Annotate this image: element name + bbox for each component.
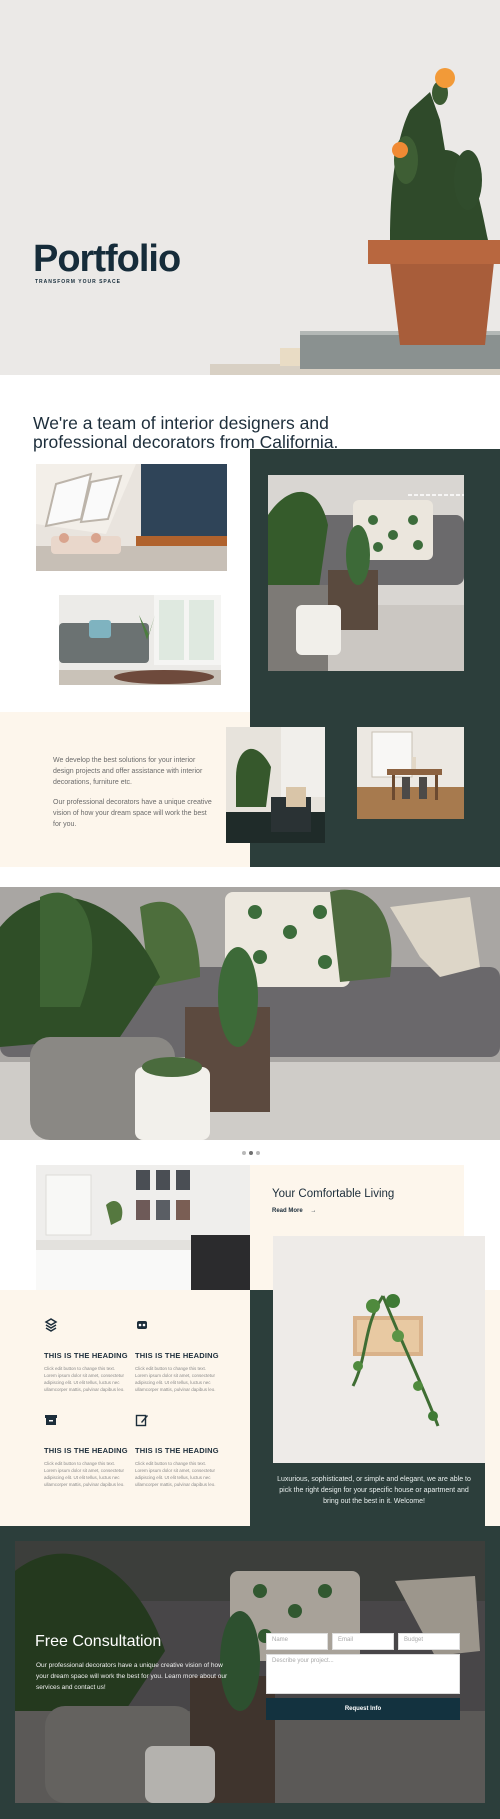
living-title: Your Comfortable Living (272, 1188, 395, 1200)
about-paragraph-1: We develop the best solutions for your i… (53, 757, 203, 786)
arrow-right-icon: → (310, 1208, 317, 1214)
read-more-label[interactable]: Read More (272, 1208, 303, 1214)
read-more-link[interactable]: Read More → (272, 1208, 316, 1214)
bedroom-image (36, 1165, 250, 1290)
slider-dot-2[interactable] (248, 1151, 253, 1155)
project-description-field[interactable]: Describe your project... (266, 1654, 460, 1694)
email-field[interactable]: Email (332, 1633, 394, 1650)
feature-heading-2: THIS IS THE HEADING (135, 1351, 219, 1360)
name-field[interactable]: Name (266, 1633, 328, 1650)
hero-title: Portfolio (33, 238, 181, 280)
consultation-text: Our professional decorators have a uniqu… (36, 1662, 228, 1691)
about-paragraph-2: Our professional decorators have a uniqu… (53, 799, 212, 828)
feature-text-2: Click edit button to change this text. L… (135, 1366, 216, 1392)
hero-cactus-image (0, 0, 500, 375)
layers-icon (44, 1318, 58, 1332)
feature-heading-4: THIS IS THE HEADING (135, 1446, 219, 1455)
living-room-image (36, 464, 227, 571)
edit-icon (135, 1413, 149, 1427)
consultation-title: Free Consultation (35, 1633, 162, 1650)
archive-icon (44, 1413, 58, 1427)
hero-subtitle: TRANSFORM YOUR SPACE (35, 279, 121, 285)
robot-icon (135, 1318, 149, 1332)
slider-dot-3[interactable] (255, 1151, 260, 1155)
banner-image (0, 887, 500, 1140)
sofa-cactus-image (268, 475, 464, 671)
hanging-plant-image (273, 1236, 485, 1463)
sofa-room-image (59, 595, 221, 685)
cream-strip-right (485, 1290, 500, 1526)
hero-section: Portfolio TRANSFORM YOUR SPACE (0, 0, 500, 375)
welcome-text: Luxurious, sophisticated, or simple and … (277, 1476, 471, 1505)
budget-field[interactable]: Budget (398, 1633, 460, 1650)
about-block (0, 712, 250, 867)
request-info-button[interactable]: Request Info (266, 1698, 460, 1720)
feature-text-3: Click edit button to change this text. L… (44, 1461, 125, 1487)
slider-dot-1[interactable] (241, 1151, 246, 1155)
feature-heading-3: THIS IS THE HEADING (44, 1446, 128, 1455)
dining-room-image (357, 727, 464, 819)
feature-heading-1: THIS IS THE HEADING (44, 1351, 128, 1360)
intro-heading: We're a team of interior designers and p… (33, 413, 339, 452)
features-block (0, 1290, 250, 1526)
slider-dots[interactable] (240, 1142, 261, 1160)
feature-text-1: Click edit button to change this text. L… (44, 1366, 125, 1392)
plant-room-image (226, 727, 325, 843)
feature-text-4: Click edit button to change this text. L… (135, 1461, 216, 1487)
